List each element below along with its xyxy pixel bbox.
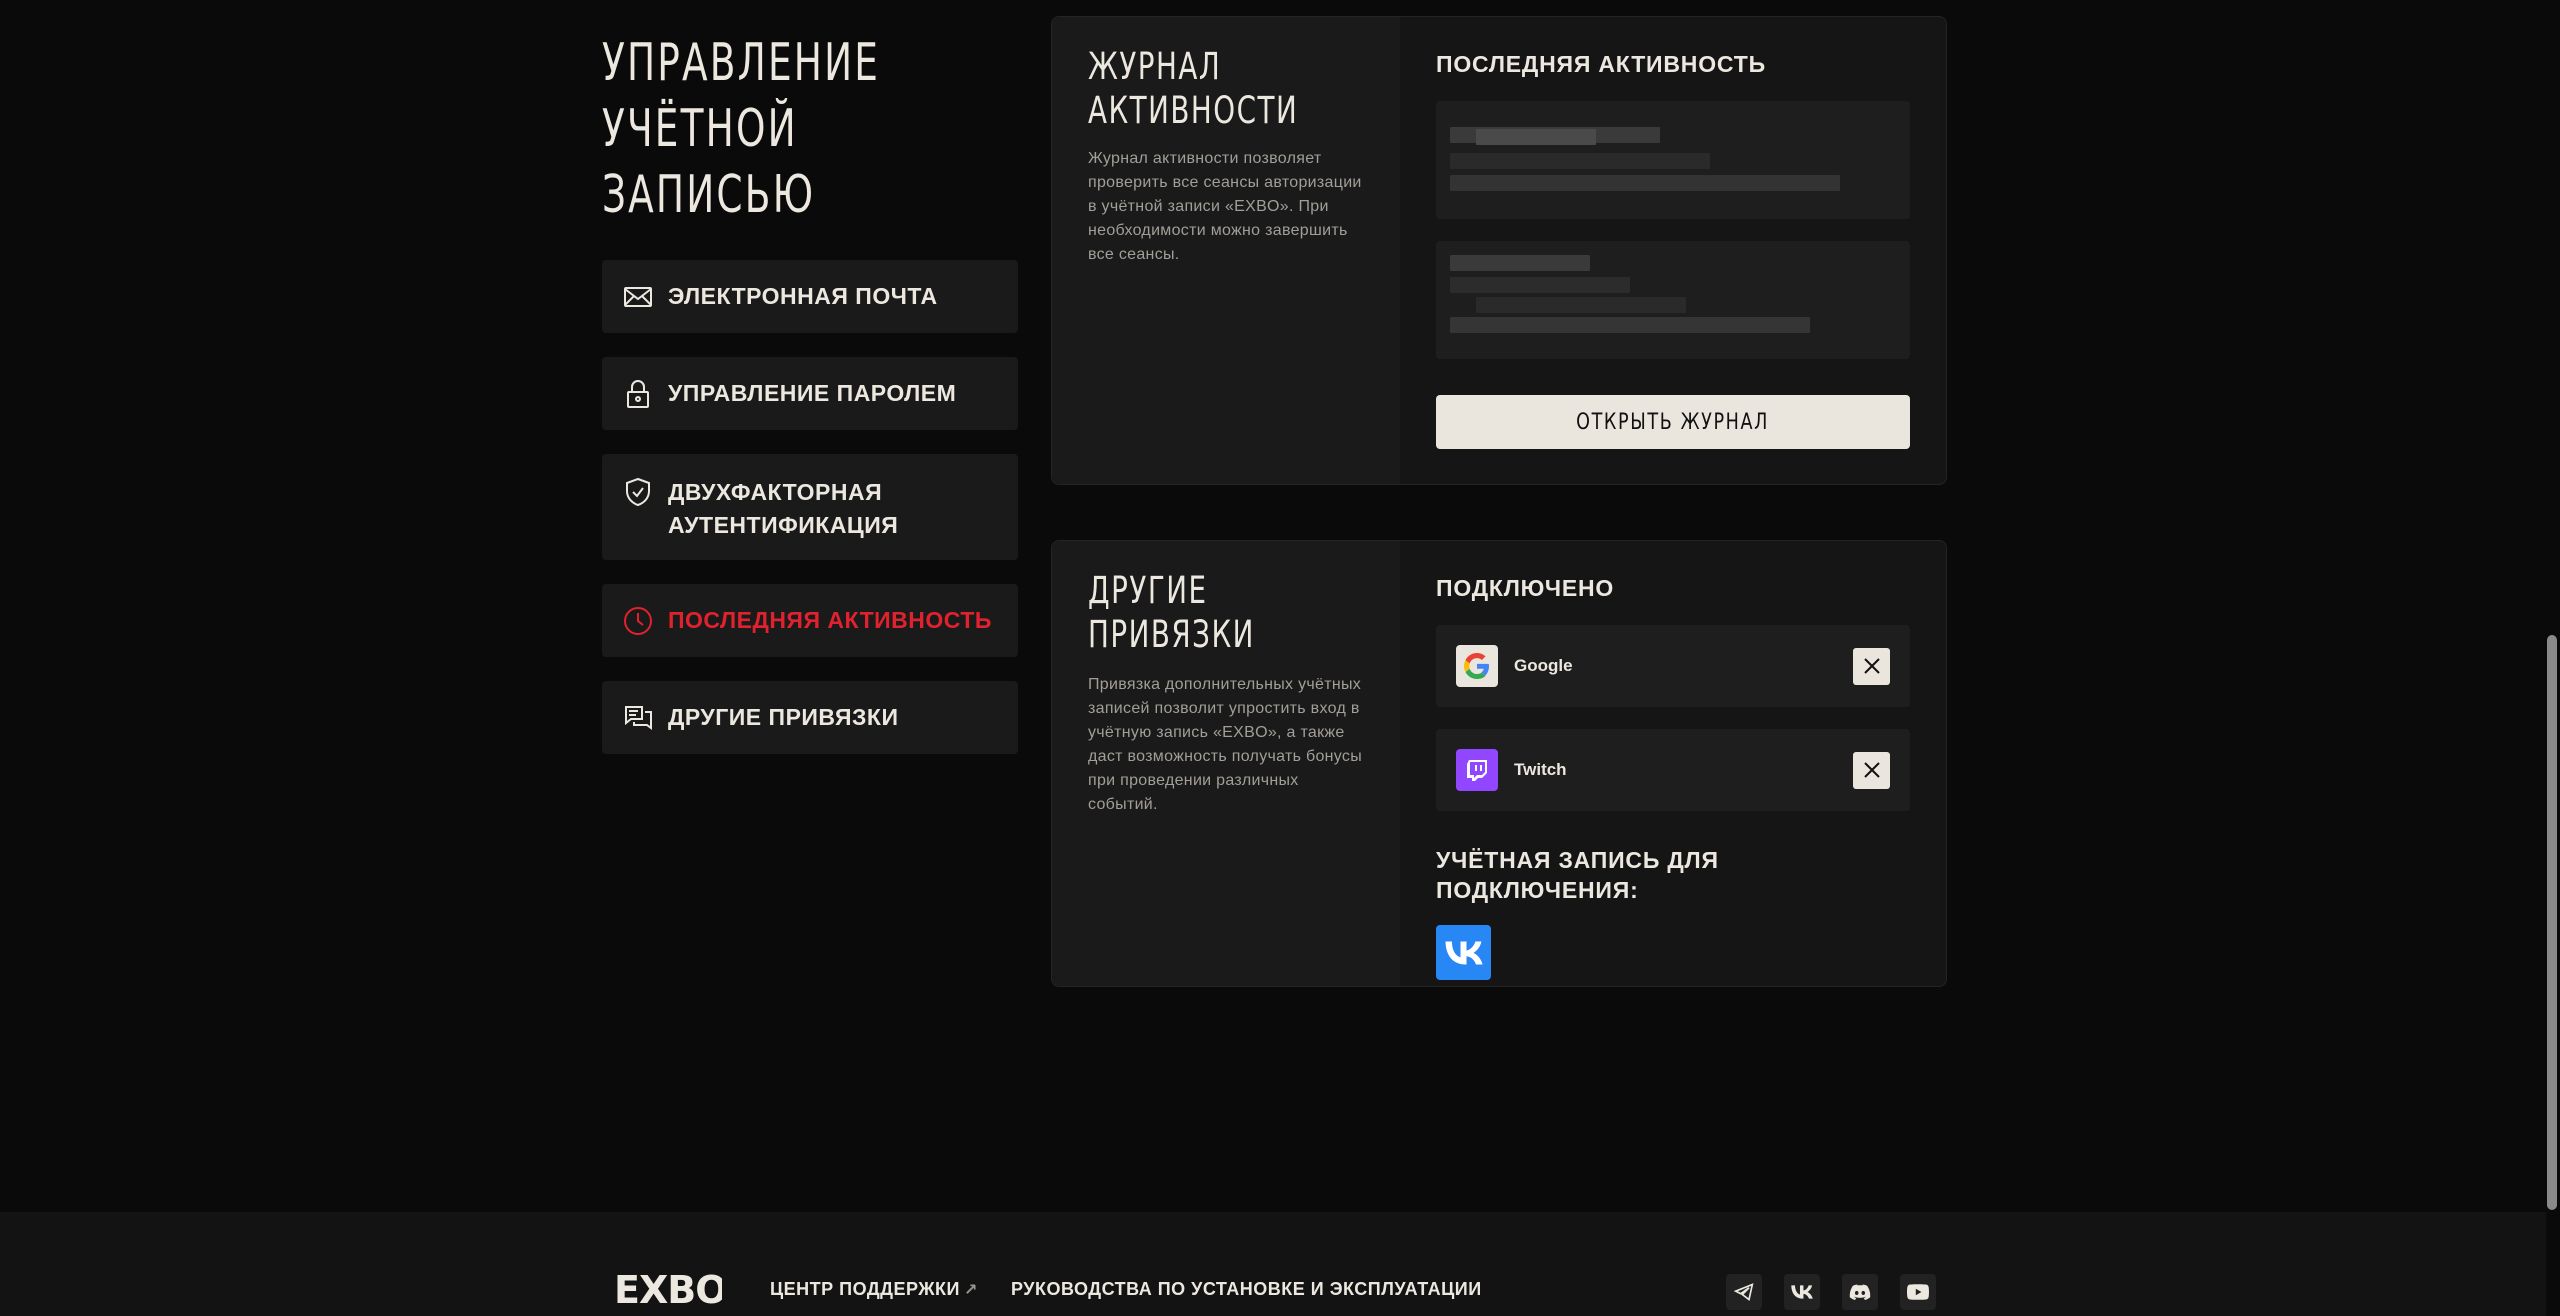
sidebar: Управление учётной записью Электронная п… (602, 30, 1018, 778)
vk-icon[interactable] (1784, 1274, 1820, 1310)
page-title-line-1: Управление (602, 33, 881, 93)
discord-icon[interactable] (1842, 1274, 1878, 1310)
unlink-twitch-button[interactable] (1853, 751, 1890, 789)
connect-heading: Учётная запись для подключения: (1436, 847, 1719, 903)
sidebar-item-email[interactable]: Электронная почта (602, 260, 1018, 333)
twitch-icon (1456, 749, 1498, 791)
sidebar-item-2fa[interactable]: Двухфакторная аутентификация (602, 454, 1018, 560)
linked-account-twitch: Twitch (1436, 729, 1910, 811)
clock-icon (624, 606, 652, 635)
redacted-block (1450, 153, 1710, 169)
sidebar-item-label: Двухфакторная аутентификация (668, 479, 899, 538)
sidebar-nav: Электронная почта Управление паролем Дву… (602, 260, 1018, 754)
close-icon (1863, 762, 1880, 778)
card-description: Привязка дополнительных учётных записей … (1088, 676, 1363, 813)
card-title: Журнал активности (1088, 45, 1373, 133)
other-links-card: Другие привязки Привязка дополнительных … (1051, 540, 1947, 987)
footer: EXBO Центр поддержки ↗ Руководства по уст… (0, 1212, 2546, 1316)
page-title: Управление учётной записью (602, 30, 1020, 228)
google-icon (1456, 645, 1498, 687)
shield-check-icon (626, 477, 650, 507)
redacted-block (1476, 129, 1596, 145)
sidebar-item-label: Другие привязки (668, 704, 899, 730)
redacted-block (1450, 255, 1590, 271)
close-icon (1863, 658, 1880, 674)
sidebar-item-password[interactable]: Управление паролем (602, 357, 1018, 430)
session-entry-redacted (1436, 101, 1910, 219)
sidebar-item-last-activity[interactable]: Последняя активность (602, 584, 1018, 657)
account-page: Управление учётной записью Электронная п… (0, 0, 2560, 1316)
support-center-label: Центр поддержки (770, 1279, 960, 1299)
unlink-google-button[interactable] (1853, 647, 1890, 685)
session-entry-redacted (1436, 241, 1910, 359)
linked-account-name: Twitch (1514, 760, 1567, 779)
external-link-icon: ↗ (963, 1282, 978, 1299)
connect-vk-button[interactable] (1436, 925, 1491, 980)
redacted-block (1476, 297, 1686, 313)
section-heading: Последняя активность (1436, 51, 1766, 77)
mail-icon (624, 286, 652, 307)
other-links-intro: Другие привязки Привязка дополнительных … (1052, 541, 1400, 986)
connected-heading: Подключено (1436, 575, 1615, 601)
other-links-content: Подключено Google (1400, 541, 1946, 986)
lock-icon (627, 379, 649, 408)
open-log-button[interactable]: Открыть журнал (1436, 395, 1910, 449)
vk-icon (1445, 941, 1483, 964)
open-log-button-label: Открыть журнал (1576, 409, 1770, 435)
telegram-icon[interactable] (1726, 1274, 1762, 1310)
youtube-icon[interactable] (1900, 1274, 1936, 1310)
support-center-link[interactable]: Центр поддержки ↗ (770, 1279, 978, 1300)
sidebar-item-label: Электронная почта (668, 283, 938, 309)
card-description: Журнал активности позволяет проверить вс… (1088, 150, 1362, 263)
card-title-line-1: Журнал (1088, 45, 1222, 88)
redacted-block (1450, 277, 1630, 293)
svg-text:EXBO: EXBO (614, 1270, 722, 1306)
scrollbar-thumb[interactable] (2547, 635, 2557, 1210)
activity-log-card: Журнал активности Журнал активности позв… (1051, 16, 1947, 485)
linked-account-google: Google (1436, 625, 1910, 707)
chat-icon (625, 705, 652, 730)
redacted-block (1450, 175, 1840, 191)
guides-link[interactable]: Руководства по установке и эксплуатации (1011, 1279, 1482, 1300)
redacted-block (1450, 317, 1810, 333)
activity-log-content: Последняя активность Открыть журнал (1400, 17, 1946, 484)
sidebar-item-other-links[interactable]: Другие привязки (602, 681, 1018, 754)
linked-account-name: Google (1514, 656, 1573, 675)
page-title-line-2: учётной записью (602, 99, 816, 225)
card-title: Другие привязки (1088, 569, 1255, 656)
sidebar-item-label: Последняя активность (668, 607, 992, 633)
activity-log-intro: Журнал активности Журнал активности позв… (1052, 17, 1400, 484)
page-scrollbar[interactable] (2546, 0, 2560, 1316)
sidebar-item-label: Управление паролем (668, 380, 957, 406)
exbo-logo[interactable]: EXBO (614, 1268, 728, 1312)
card-title-line-2: активности (1088, 89, 1299, 132)
